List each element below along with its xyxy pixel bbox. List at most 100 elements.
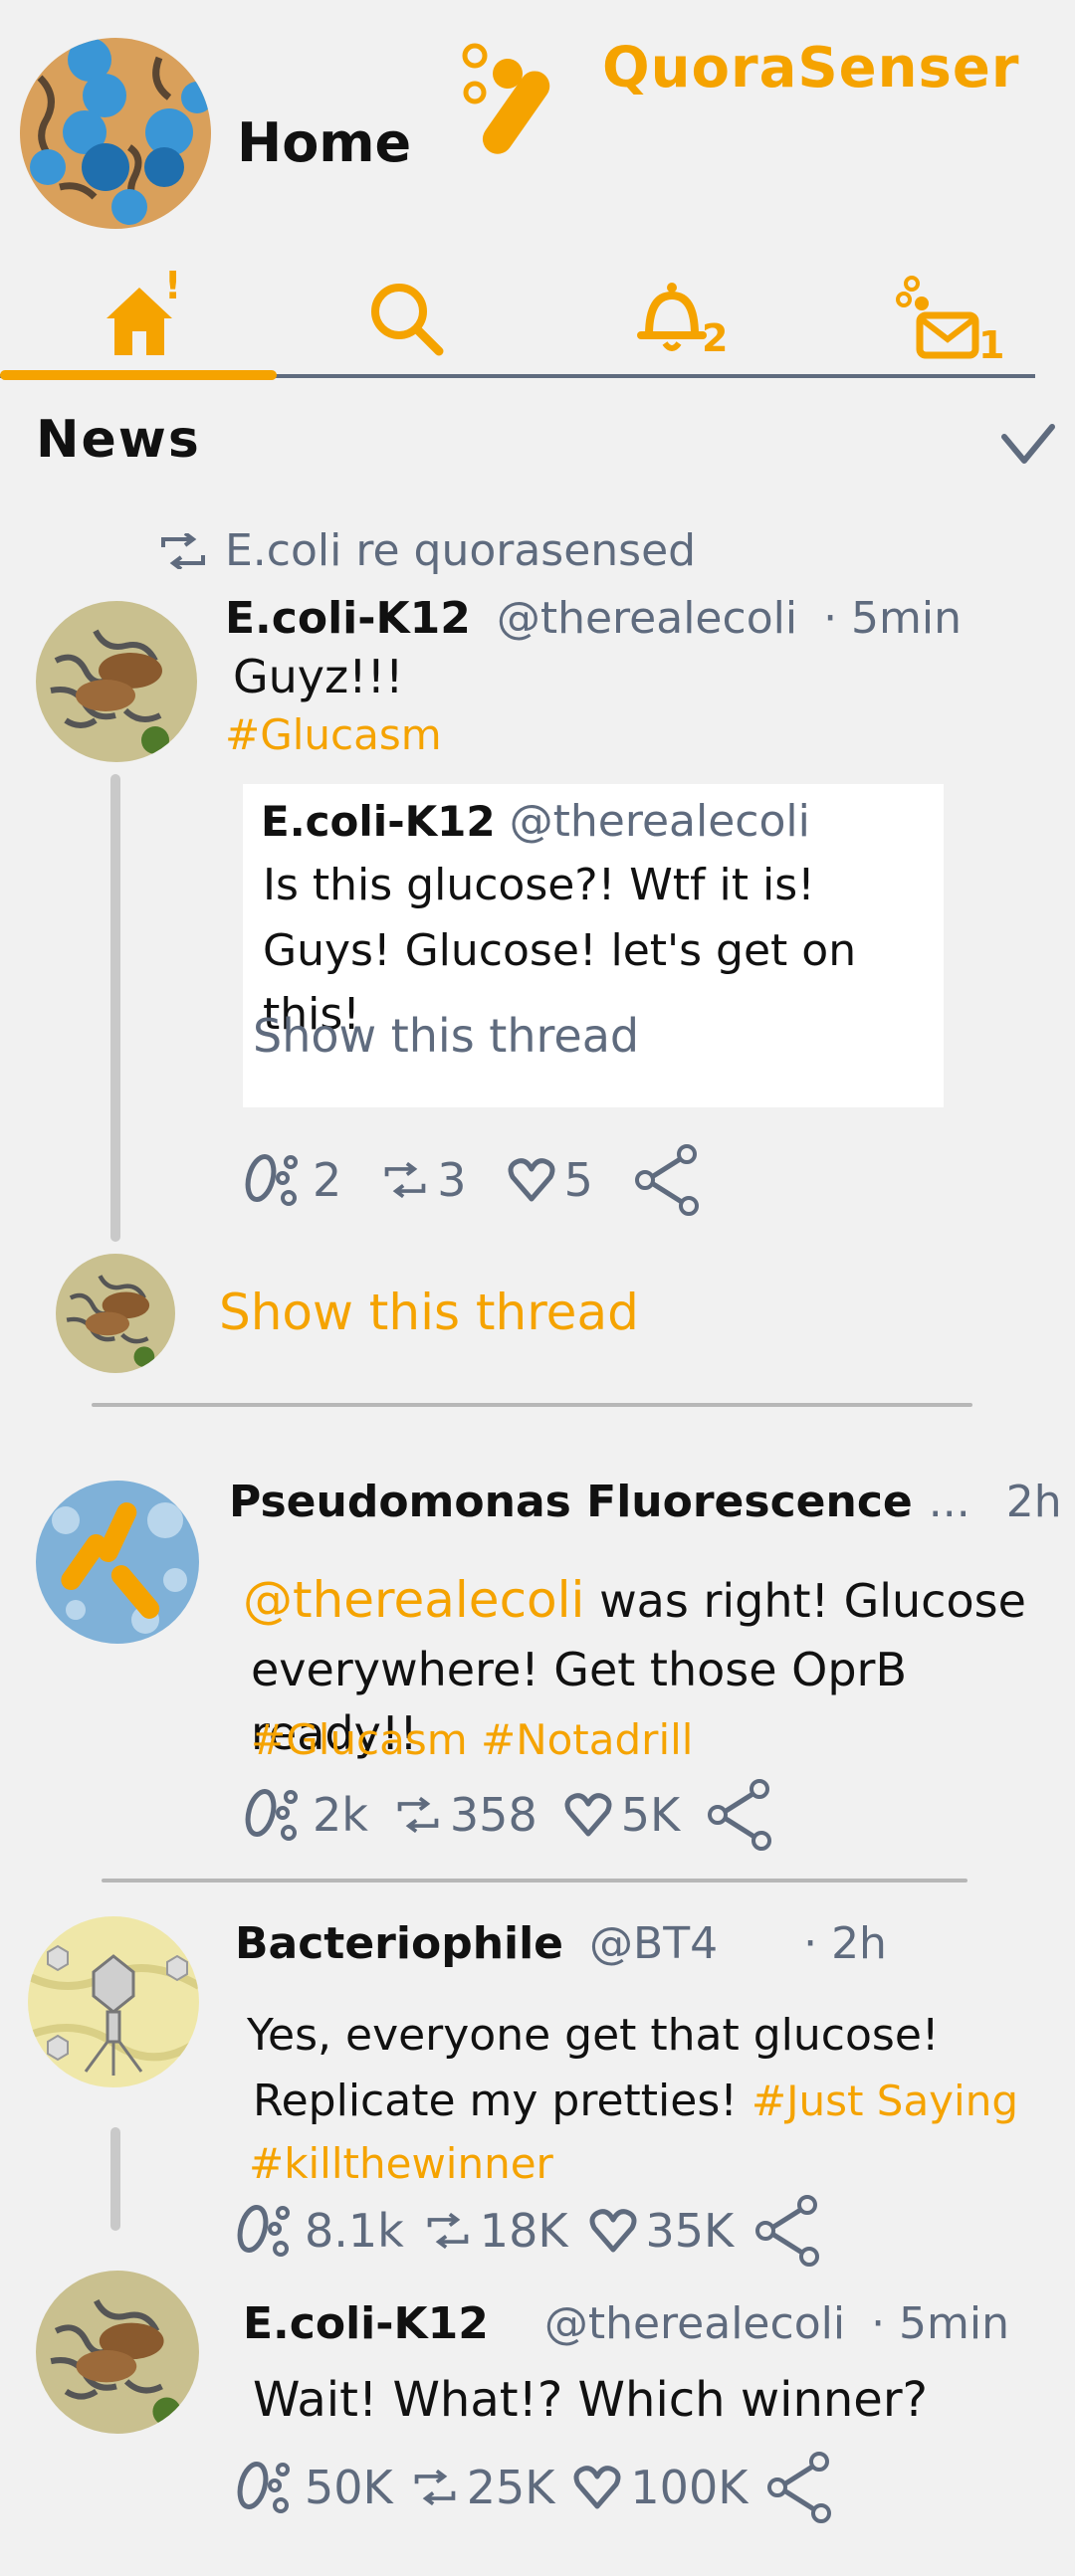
mention-link[interactable]: @therealecoli xyxy=(243,1571,584,1629)
post-actions: 2k 358 5K xyxy=(243,1779,775,1851)
brand-logo-icon xyxy=(453,38,582,157)
tab-search[interactable] xyxy=(317,259,496,378)
repost-label: E.coli re quorasensed xyxy=(225,525,697,576)
mail-icon xyxy=(896,276,979,359)
post-header: Bacteriophile @BT4 · 2h xyxy=(235,1918,887,1969)
divider xyxy=(92,1403,972,1407)
post-text: Guyz!!! xyxy=(233,650,404,703)
share-button[interactable] xyxy=(633,1144,703,1216)
show-thread-link[interactable]: Show this thread xyxy=(219,1284,639,1341)
avatar[interactable] xyxy=(36,1481,199,1644)
post-actions: 2 3 5 xyxy=(243,1144,703,1216)
post-time: · 5min xyxy=(823,593,963,644)
requorum-count: 25K xyxy=(466,2461,555,2514)
tab-home[interactable]: ! xyxy=(50,259,229,378)
page-title: Home xyxy=(237,111,412,174)
like-count: 5 xyxy=(563,1153,593,1207)
author-name[interactable]: E.coli-K12 xyxy=(225,593,471,644)
requorum-icon xyxy=(414,2470,456,2505)
post-header: E.coli-K12 @therealecoli · 5min xyxy=(243,2298,1009,2349)
share-button[interactable] xyxy=(765,2452,835,2523)
post-time: · 2h xyxy=(803,1918,887,1969)
like-count: 5K xyxy=(620,1788,681,1842)
requorum-icon xyxy=(161,532,205,569)
avatar[interactable] xyxy=(36,601,197,762)
post-text: was right! Glucose xyxy=(599,1574,1026,1628)
reply-button[interactable]: 2k xyxy=(243,1785,368,1845)
share-button[interactable] xyxy=(753,2195,823,2267)
post-text-line-2: Replicate my pretties! #Just Saying xyxy=(253,2070,1018,2133)
heart-icon xyxy=(573,2466,621,2509)
thread-line xyxy=(110,2127,120,2231)
reply-button[interactable]: 2 xyxy=(243,1150,341,1210)
requorum-button[interactable]: 358 xyxy=(394,1788,538,1842)
tab-notifications[interactable]: 2 xyxy=(582,259,761,378)
search-icon xyxy=(371,284,444,356)
heart-icon xyxy=(508,1158,555,1202)
brand-name: QuoraSenser xyxy=(602,36,1020,100)
post-hashtags[interactable]: #Glucasm #Notadrill xyxy=(251,1715,693,1764)
divider xyxy=(102,1879,968,1882)
quote-line-1: Is this glucose?! Wtf it is! xyxy=(263,860,815,910)
active-tab-indicator xyxy=(0,370,277,380)
requorum-count: 18K xyxy=(479,2204,568,2258)
quote-show-thread-link[interactable]: Show this thread xyxy=(253,1009,639,1063)
share-icon xyxy=(634,1144,699,1216)
post-hashtags[interactable]: #killthewinner xyxy=(249,2139,553,2188)
notifications-badge: 2 xyxy=(702,316,729,360)
author-name[interactable]: Pseudomonas Fluorescence xyxy=(229,1477,913,1527)
tab-messages[interactable]: 1 xyxy=(851,259,1030,378)
like-button[interactable]: 5 xyxy=(507,1153,593,1207)
share-icon xyxy=(708,1779,772,1851)
avatar[interactable] xyxy=(56,1254,175,1373)
author-name[interactable]: E.coli-K12 xyxy=(243,2298,489,2349)
tab-bar: ! 2 1 xyxy=(0,239,1075,388)
avatar[interactable] xyxy=(36,2271,199,2434)
author-name[interactable]: Bacteriophile xyxy=(235,1918,563,1969)
reply-bubbles-icon xyxy=(245,1154,298,1206)
like-button[interactable]: 100K xyxy=(572,2461,748,2514)
share-button[interactable] xyxy=(706,1779,775,1851)
profile-avatar[interactable] xyxy=(20,38,211,229)
avatar[interactable] xyxy=(28,1916,199,2087)
quoted-post[interactable]: E.coli-K12 @therealecoli Is this glucose… xyxy=(243,784,944,1107)
post-header: E.coli-K12 @therealecoli · 5min xyxy=(225,593,962,644)
author-handle[interactable]: @BT4 xyxy=(589,1918,718,1969)
requorum-button[interactable]: 25K xyxy=(411,2461,555,2514)
reply-button[interactable]: 50K xyxy=(235,2458,393,2517)
reply-bubbles-icon xyxy=(237,2205,290,2257)
like-button[interactable]: 35K xyxy=(588,2204,734,2258)
hashtag-link[interactable]: #Just Saying xyxy=(752,2077,1018,2125)
post-actions: 50K 25K 100K xyxy=(235,2452,835,2523)
post-text: Replicate my pretties! xyxy=(253,2076,738,2126)
reply-bubbles-icon xyxy=(245,1789,298,1841)
checkmark-icon[interactable] xyxy=(1000,423,1056,467)
requorum-button[interactable]: 3 xyxy=(381,1153,467,1207)
reply-count: 50K xyxy=(305,2461,393,2514)
messages-badge: 1 xyxy=(978,323,1005,367)
author-handle[interactable]: ... xyxy=(929,1477,970,1527)
repost-indicator: E.coli re quorasensed xyxy=(157,525,696,576)
heart-icon xyxy=(564,1793,612,1837)
post-text: Wait! What!? Which winner? xyxy=(253,2372,929,2428)
requorum-count: 358 xyxy=(449,1788,538,1842)
reply-count: 2 xyxy=(313,1153,342,1207)
like-count: 100K xyxy=(630,2461,749,2514)
author-handle[interactable]: @therealecoli xyxy=(544,2298,845,2349)
reply-count: 8.1k xyxy=(305,2204,404,2258)
reply-bubbles-icon xyxy=(237,2462,290,2513)
reply-count: 2k xyxy=(313,1788,368,1842)
post-hashtags[interactable]: #Glucasm xyxy=(225,710,442,759)
post-actions: 8.1k 18K 35K xyxy=(235,2195,823,2267)
author-handle[interactable]: @therealecoli xyxy=(497,593,797,644)
requorum-count: 3 xyxy=(437,1153,467,1207)
post-text-line-1: @therealecoli was right! Glucose xyxy=(243,1568,1026,1633)
post-text-line-1: Yes, everyone get that glucose! xyxy=(247,2010,940,2061)
like-button[interactable]: 5K xyxy=(563,1788,680,1842)
share-icon xyxy=(755,2195,820,2267)
requorum-icon xyxy=(384,1162,426,1198)
reply-button[interactable]: 8.1k xyxy=(235,2201,404,2261)
requorum-icon xyxy=(427,2213,469,2249)
requorum-button[interactable]: 18K xyxy=(424,2204,568,2258)
thread-line xyxy=(110,774,120,1242)
